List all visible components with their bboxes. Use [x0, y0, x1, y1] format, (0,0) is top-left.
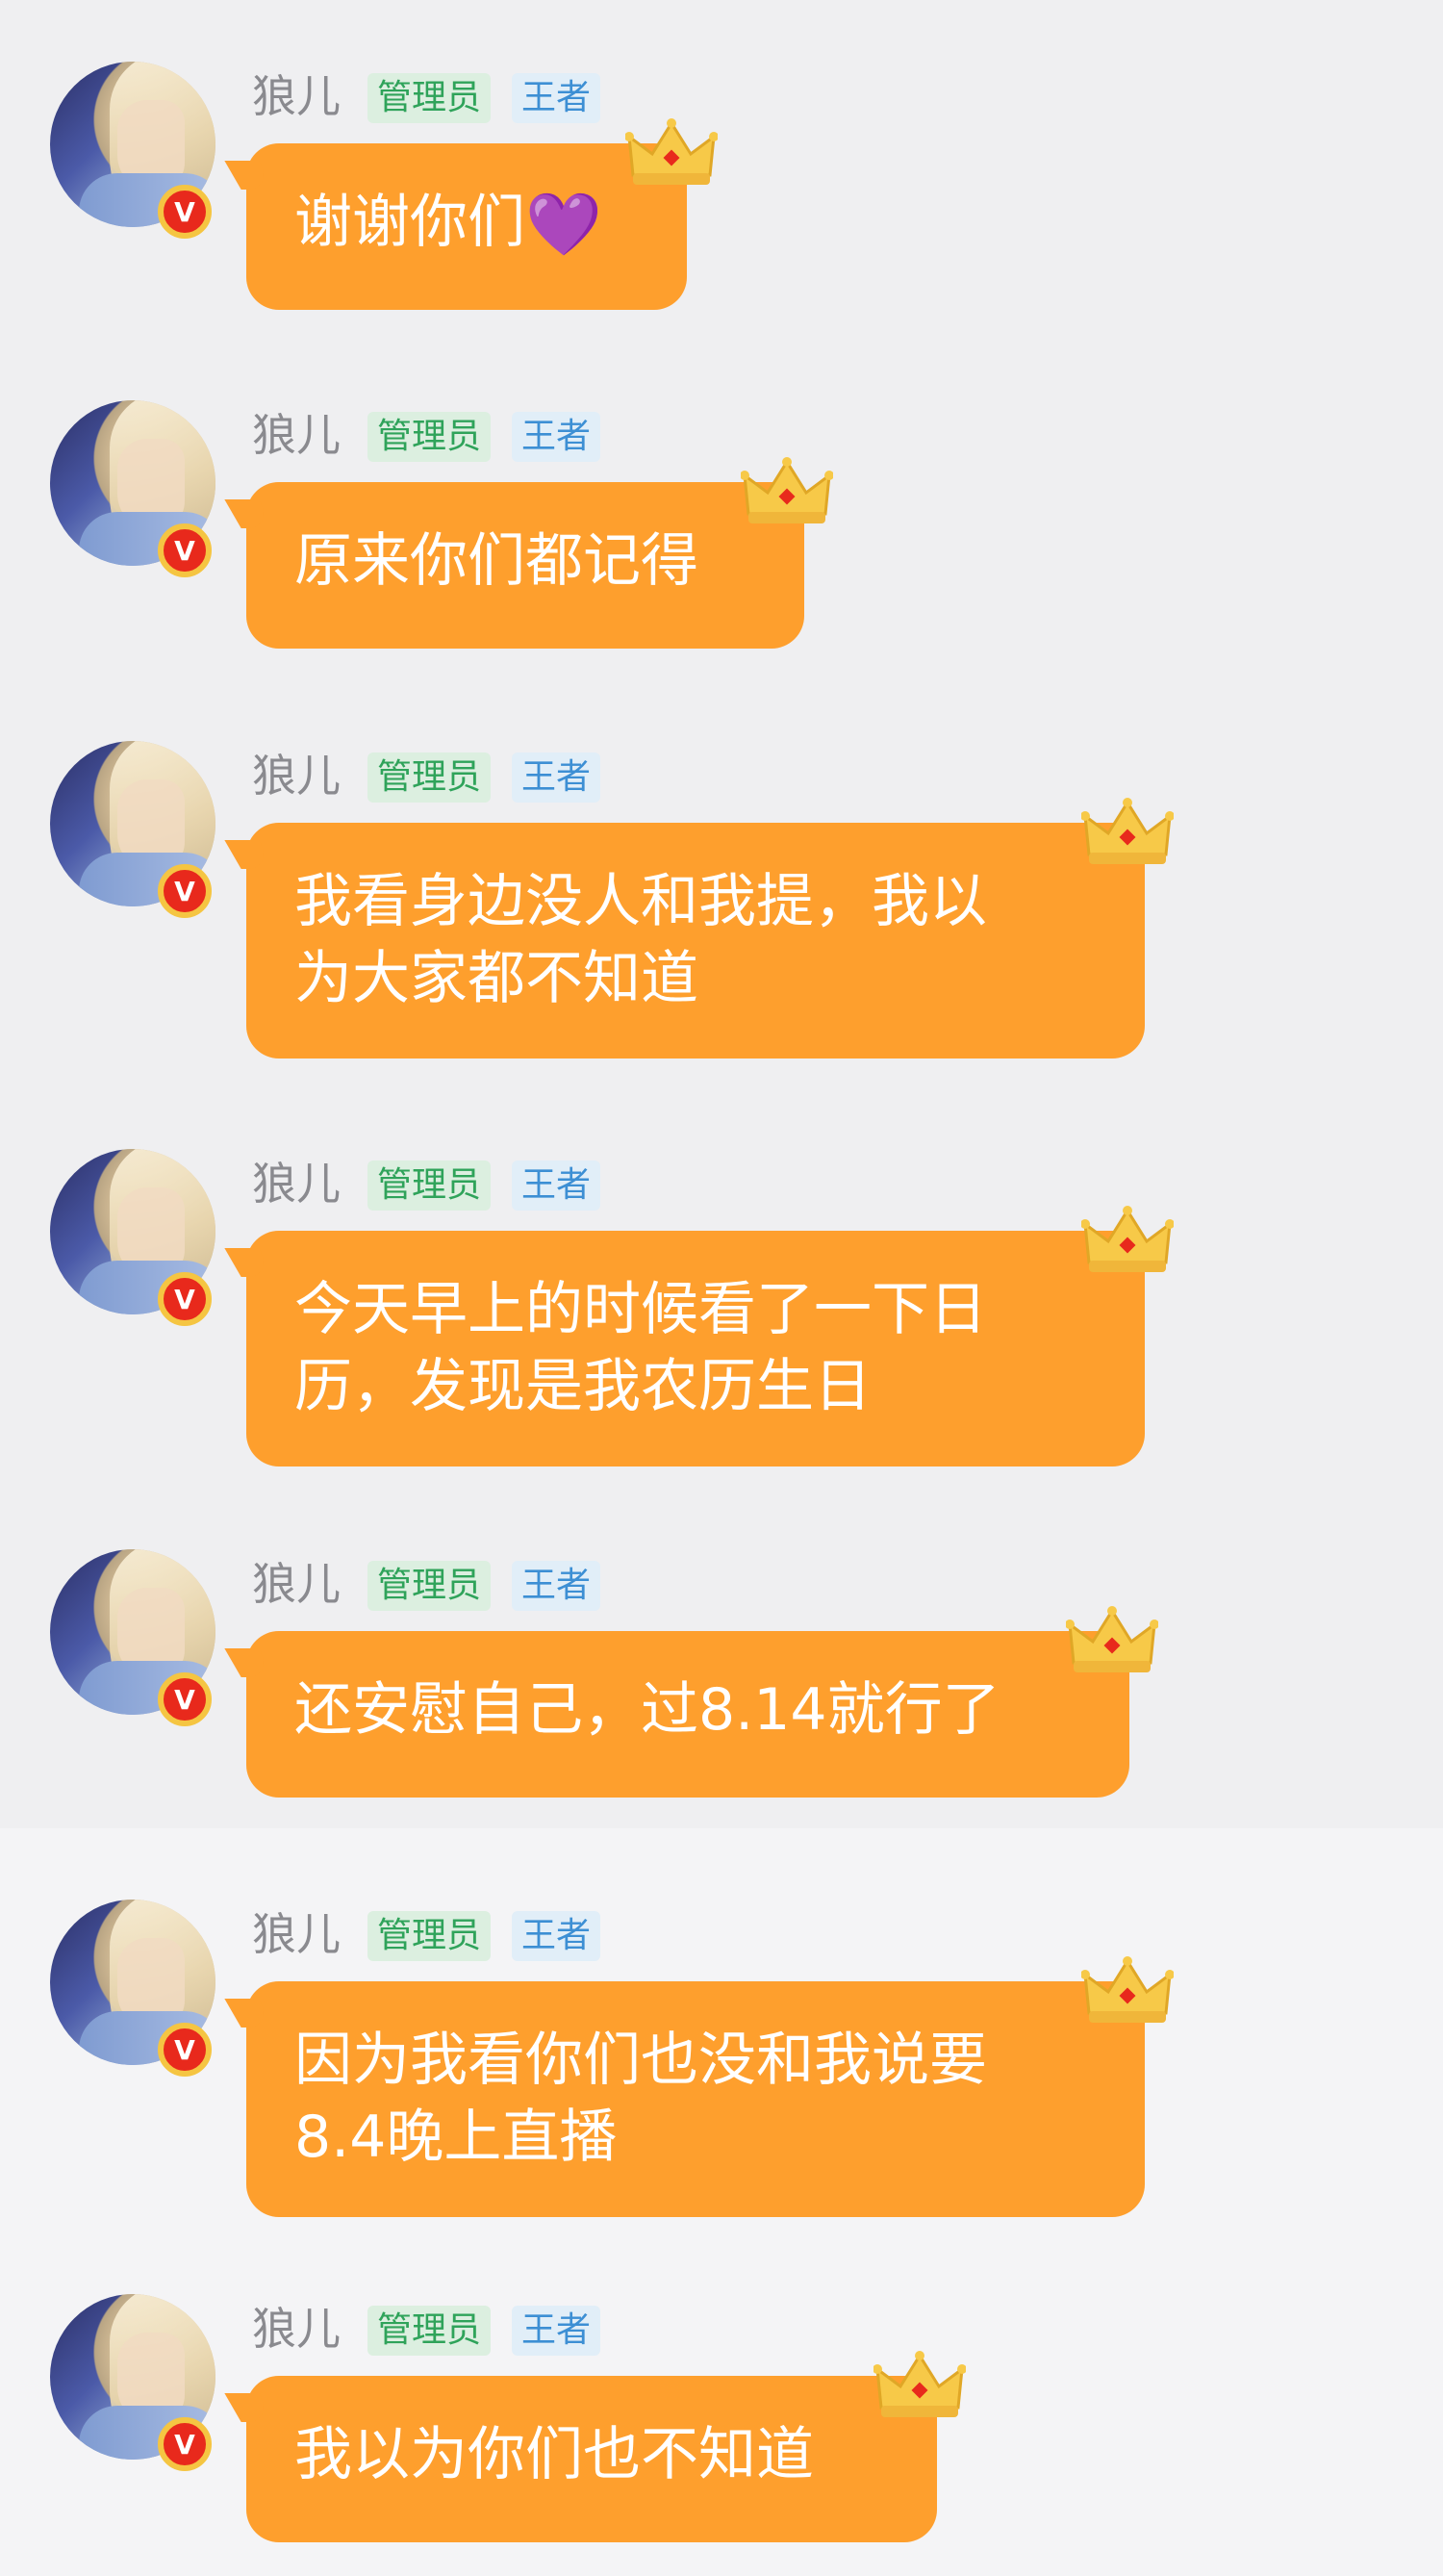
sender-name[interactable]: 狼儿: [252, 1155, 341, 1212]
admin-tag: 管理员: [367, 73, 492, 123]
verified-badge-icon: V: [158, 523, 212, 577]
sender-name[interactable]: 狼儿: [252, 2300, 341, 2358]
crown-icon: [625, 115, 718, 192]
crown-icon: [1081, 1953, 1174, 2030]
crown-icon: [741, 454, 833, 531]
level-tag: 王者: [512, 73, 601, 123]
message-text: 我以为你们也不知道: [294, 2421, 814, 2488]
crown-icon: [1081, 1203, 1174, 1280]
message-text: 我看身边没人和我提，我以 为大家都不知道: [294, 868, 987, 1012]
sender-name[interactable]: 狼儿: [252, 747, 341, 804]
admin-tag: 管理员: [367, 2306, 492, 2356]
level-tag: 王者: [512, 2306, 601, 2356]
verified-badge-icon: V: [158, 1272, 212, 1326]
message-text: 还安慰自己，过8.14就行了: [294, 1676, 1000, 1744]
level-tag: 王者: [512, 1160, 601, 1211]
message-bubble[interactable]: 今天早上的时候看了一下日 历，发现是我农历生日: [246, 1231, 1145, 1467]
verified-badge-icon: V: [158, 2023, 212, 2077]
crown-icon: [1081, 795, 1174, 872]
sender-name[interactable]: 狼儿: [252, 406, 341, 464]
message-text: 谢谢你们: [294, 189, 525, 256]
admin-tag: 管理员: [367, 1561, 492, 1611]
verified-badge-icon: V: [158, 2417, 212, 2471]
verified-badge-icon: V: [158, 185, 212, 239]
message-text: 今天早上的时候看了一下日 历，发现是我农历生日: [294, 1276, 987, 1420]
message-bubble[interactable]: 因为我看你们也没和我说要 8.4晚上直播: [246, 1981, 1145, 2217]
admin-tag: 管理员: [367, 412, 492, 462]
crown-icon: [1066, 1603, 1158, 1680]
admin-tag: 管理员: [367, 752, 492, 803]
verified-badge-icon: V: [158, 1672, 212, 1726]
message-bubble[interactable]: 我以为你们也不知道: [246, 2376, 937, 2542]
level-tag: 王者: [512, 1911, 601, 1961]
level-tag: 王者: [512, 412, 601, 462]
crown-icon: [873, 2348, 966, 2425]
admin-tag: 管理员: [367, 1160, 492, 1211]
level-tag: 王者: [512, 752, 601, 803]
purple-heart-emoji: 💜: [525, 190, 602, 261]
message-text: 因为我看你们也没和我说要 8.4晚上直播: [294, 2027, 987, 2171]
message-bubble[interactable]: 谢谢你们💜: [246, 143, 687, 310]
message-bubble[interactable]: 还安慰自己，过8.14就行了: [246, 1631, 1129, 1798]
message-bubble[interactable]: 我看身边没人和我提，我以 为大家都不知道: [246, 823, 1145, 1058]
sender-name[interactable]: 狼儿: [252, 1905, 341, 1963]
message-text: 原来你们都记得: [294, 527, 698, 595]
verified-badge-icon: V: [158, 864, 212, 918]
sender-name[interactable]: 狼儿: [252, 67, 341, 125]
message-bubble[interactable]: 原来你们都记得: [246, 482, 804, 649]
level-tag: 王者: [512, 1561, 601, 1611]
admin-tag: 管理员: [367, 1911, 492, 1961]
sender-name[interactable]: 狼儿: [252, 1555, 341, 1613]
